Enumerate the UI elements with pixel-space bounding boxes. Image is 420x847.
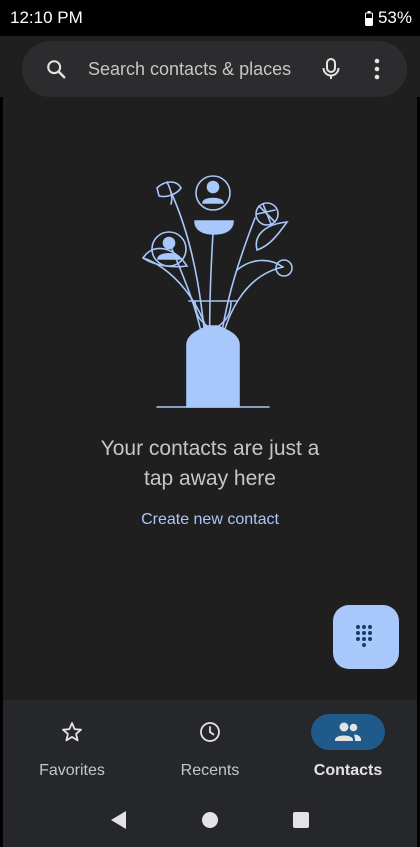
- clock-icon: [200, 722, 220, 742]
- more-vert-icon[interactable]: [361, 53, 393, 85]
- nav-item-contacts[interactable]: Contacts: [279, 700, 417, 792]
- overview-icon[interactable]: [289, 808, 313, 832]
- search-bar[interactable]: Search contacts & places: [22, 41, 407, 97]
- system-navigation-bar: [0, 792, 420, 847]
- bottom-navigation: Favorites Recents Contacts: [0, 700, 420, 792]
- nav-label-recents: Recents: [180, 762, 240, 779]
- people-icon: [335, 722, 361, 741]
- star-outline-icon: [62, 722, 82, 742]
- dialpad-icon: [356, 625, 372, 647]
- battery-icon: [364, 10, 373, 26]
- empty-message-line1: Your contacts are just a: [100, 437, 320, 460]
- back-icon[interactable]: [107, 808, 131, 832]
- battery-level: 53%: [377, 8, 412, 27]
- dialpad-button[interactable]: [333, 605, 399, 669]
- empty-state-message: Your contacts are just a tap away here: [3, 434, 417, 494]
- nav-item-favorites[interactable]: Favorites: [3, 700, 141, 792]
- search-icon[interactable]: [40, 53, 72, 85]
- nav-label-contacts: Contacts: [313, 762, 383, 779]
- status-right: 53%: [364, 8, 412, 28]
- create-new-contact-link[interactable]: Create new contact: [3, 511, 417, 529]
- status-time: 12:10 PM: [10, 8, 83, 27]
- microphone-icon[interactable]: [315, 53, 347, 85]
- empty-message-line2: tap away here: [144, 467, 276, 490]
- nav-label-favorites: Favorites: [39, 762, 105, 779]
- vase-flowers-illustration: [141, 175, 293, 408]
- home-icon[interactable]: [198, 808, 222, 832]
- nav-icon-container: [311, 714, 385, 750]
- nav-item-recents[interactable]: Recents: [141, 700, 279, 792]
- status-bar: 12:10 PM 53%: [0, 0, 420, 36]
- contacts-empty-area: Your contacts are just a tap away here C…: [0, 97, 420, 700]
- search-input[interactable]: Search contacts & places: [88, 59, 315, 80]
- nav-icon-container: [173, 714, 247, 750]
- nav-icon-container: [35, 714, 109, 750]
